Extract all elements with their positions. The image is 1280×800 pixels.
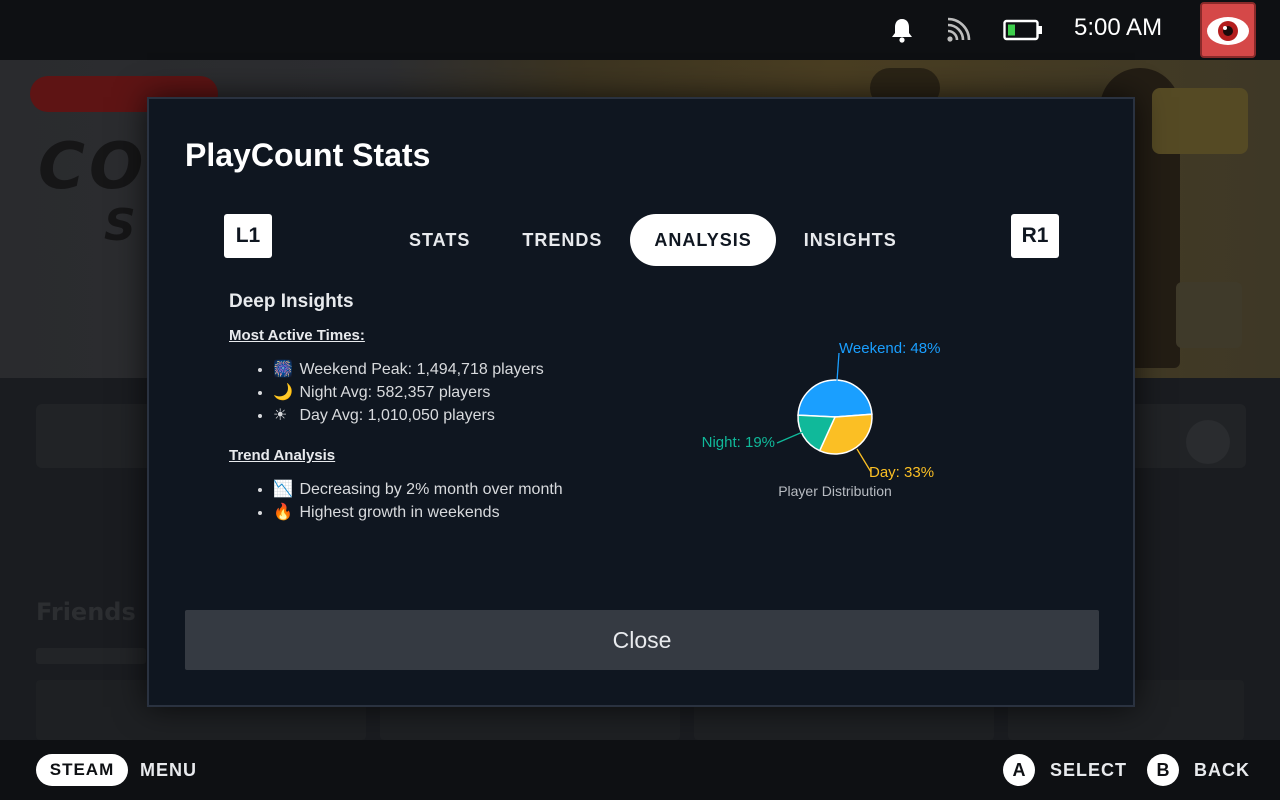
close-button[interactable]: Close [185, 610, 1099, 670]
fireworks-icon: 🎆 [273, 361, 293, 378]
pie-leader-line [776, 430, 806, 444]
steam-button[interactable]: STEAM [36, 754, 128, 786]
pie-leader-line [836, 352, 840, 382]
deep-insights-heading: Deep Insights [229, 291, 354, 312]
day-avg-text: Day Avg: 1,010,050 players [299, 407, 495, 424]
pie-slice-label: Weekend: 48% [839, 340, 940, 357]
modal-title: PlayCount Stats [185, 137, 431, 173]
pie-chart-svg: Weekend: 48% Day: 33% Night: 19% Player Dis… [702, 340, 941, 499]
growth-weekends-text: Highest growth in weekends [299, 504, 500, 521]
clock-time: 5:00 AM [1074, 14, 1163, 41]
most-active-times-list: 🎆 Weekend Peak: 1,494,718 players 🌙 Nigh… [229, 358, 669, 427]
b-button-icon[interactable]: B [1147, 754, 1179, 786]
back-label: BACK [1194, 760, 1250, 780]
top-status-bar: 5:00 AM [0, 0, 1280, 60]
player-distribution-chart: Weekend: 48% Day: 33% Night: 19% Player Dis… [689, 329, 989, 509]
decreasing-trend-text: Decreasing by 2% month over month [299, 481, 563, 498]
deep-insights-panel: Deep Insights Most Active Times: 🎆 Weeke… [229, 291, 669, 544]
friends-subheading [36, 648, 146, 664]
tab-trends[interactable]: TRENDS [498, 214, 626, 266]
user-avatar[interactable] [1200, 2, 1256, 58]
pie-slice-label: Day: 33% [869, 464, 934, 481]
list-item: 🎆 Weekend Peak: 1,494,718 players [273, 358, 669, 381]
list-item: 🔥 Highest growth in weekends [273, 501, 669, 524]
a-button-icon[interactable]: A [1003, 754, 1035, 786]
sun-icon: ☀ [273, 407, 288, 424]
r1-shoulder-button[interactable]: R1 [1011, 214, 1059, 258]
crescent-moon-icon: 🌙 [273, 384, 293, 401]
moon-icon [1176, 282, 1242, 348]
tab-analysis[interactable]: ANALYSIS [630, 214, 776, 266]
most-active-times-heading: Most Active Times: [229, 327, 365, 344]
settings-gear-icon [1186, 420, 1230, 464]
tab-stats[interactable]: STATS [385, 214, 494, 266]
list-item: 🌙 Night Avg: 582,357 players [273, 381, 669, 404]
game-logo: CO [38, 130, 148, 204]
trend-analysis-list: 📉 Decreasing by 2% month over month 🔥 Hi… [229, 478, 669, 524]
pie-slice [797, 379, 873, 418]
list-item: ☀ Day Avg: 1,010,050 players [273, 404, 669, 427]
chart-title: Player Distribution [778, 483, 892, 499]
playcount-stats-modal: PlayCount Stats L1 R1 STATS TRENDS ANALY… [147, 97, 1135, 707]
fire-icon: 🔥 [273, 504, 293, 521]
bell-icon[interactable] [888, 16, 916, 44]
hero-corner-badge [1152, 88, 1248, 154]
list-item: 📉 Decreasing by 2% month over month [273, 478, 669, 501]
chart-decreasing-icon: 📉 [273, 481, 293, 498]
friends-heading: Friends [36, 598, 136, 626]
select-label: SELECT [1050, 760, 1128, 780]
bottom-hint-bar: STEAM MENU A SELECT B BACK [0, 740, 1280, 800]
game-logo-secondary: S [104, 200, 136, 251]
tab-bar: STATS TRENDS ANALYSIS INSIGHTS [385, 214, 925, 266]
night-avg-text: Night Avg: 582,357 players [299, 384, 491, 401]
wifi-icon[interactable] [944, 16, 972, 44]
trend-analysis-heading: Trend Analysis [229, 447, 336, 464]
battery-icon[interactable] [1002, 16, 1044, 44]
tab-insights[interactable]: INSIGHTS [780, 214, 921, 266]
l1-shoulder-button[interactable]: L1 [224, 214, 272, 258]
pie-slice-label: Night: 19% [702, 434, 775, 451]
menu-label: MENU [140, 760, 197, 780]
weekend-peak-text: Weekend Peak: 1,494,718 players [299, 361, 544, 378]
